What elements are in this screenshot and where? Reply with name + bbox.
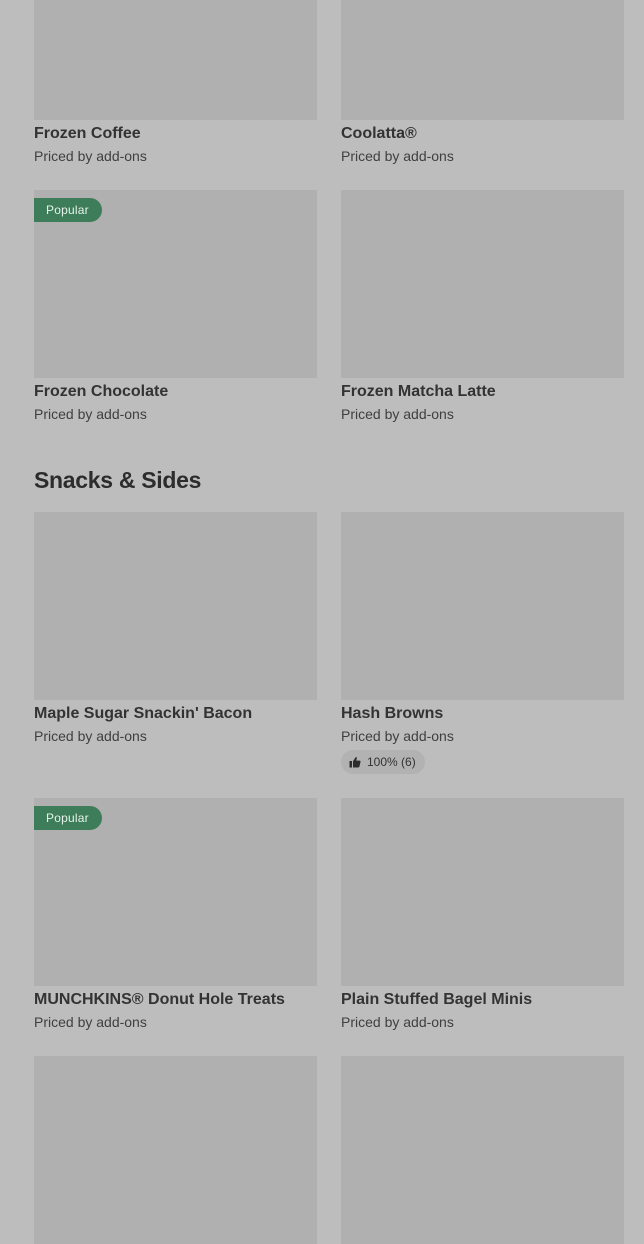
popular-badge: Popular <box>34 198 102 222</box>
item-price: Priced by add-ons <box>34 728 147 744</box>
menu-item-card[interactable]: Popular MUNCHKINS® Donut Hole Treats Pri… <box>34 798 317 1056</box>
item-price: Priced by add-ons <box>341 728 454 744</box>
snacks-sides-grid: Maple Sugar Snackin' Bacon Priced by add… <box>34 512 624 1244</box>
item-image <box>34 1056 317 1244</box>
item-price: Priced by add-ons <box>34 148 147 164</box>
popular-badge: Popular <box>34 806 102 830</box>
menu-item-card[interactable]: Frozen Matcha Latte Priced by add-ons <box>341 190 624 448</box>
item-title: Plain Stuffed Bagel Minis <box>341 991 533 1008</box>
frozen-drinks-grid: Frozen Coffee Priced by add-ons Coolatta… <box>34 0 624 448</box>
item-title: Frozen Coffee <box>34 125 141 142</box>
rating-text: 100% (6) <box>367 755 416 769</box>
section-heading-snacks-sides: Snacks & Sides <box>34 467 202 493</box>
menu-item-card[interactable]: Hash Browns Priced by add-ons 100% (6) <box>341 512 624 798</box>
item-price: Priced by add-ons <box>341 406 454 422</box>
thumbs-up-icon <box>349 756 361 768</box>
item-price: Priced by add-ons <box>341 148 454 164</box>
item-image <box>341 798 624 986</box>
item-title: Maple Sugar Snackin' Bacon <box>34 705 253 722</box>
item-title: Hash Browns <box>341 705 444 722</box>
menu-item-card[interactable]: Maple Sugar Snackin' Bacon Priced by add… <box>34 512 317 798</box>
menu-item-card[interactable] <box>34 1056 317 1244</box>
item-image <box>341 190 624 378</box>
item-image <box>341 1056 624 1244</box>
menu-item-card[interactable]: Plain Stuffed Bagel Minis Priced by add-… <box>341 798 624 1056</box>
menu-item-card[interactable] <box>341 1056 624 1244</box>
item-image: Popular <box>34 190 317 378</box>
menu-item-card[interactable]: Popular Frozen Chocolate Priced by add-o… <box>34 190 317 448</box>
item-image <box>341 512 624 700</box>
item-title: Frozen Matcha Latte <box>341 383 496 400</box>
item-image <box>34 0 317 120</box>
item-title: Frozen Chocolate <box>34 383 169 400</box>
item-price: Priced by add-ons <box>34 1014 147 1030</box>
menu-item-card[interactable]: Coolatta® Priced by add-ons <box>341 0 624 190</box>
rating-pill: 100% (6) <box>341 750 425 774</box>
item-title: Coolatta® <box>341 125 417 142</box>
item-price: Priced by add-ons <box>341 1014 454 1030</box>
item-image <box>34 512 317 700</box>
item-image <box>341 0 624 120</box>
menu-item-card[interactable]: Frozen Coffee Priced by add-ons <box>34 0 317 190</box>
item-price: Priced by add-ons <box>34 406 147 422</box>
item-title: MUNCHKINS® Donut Hole Treats <box>34 991 285 1008</box>
item-image: Popular <box>34 798 317 986</box>
